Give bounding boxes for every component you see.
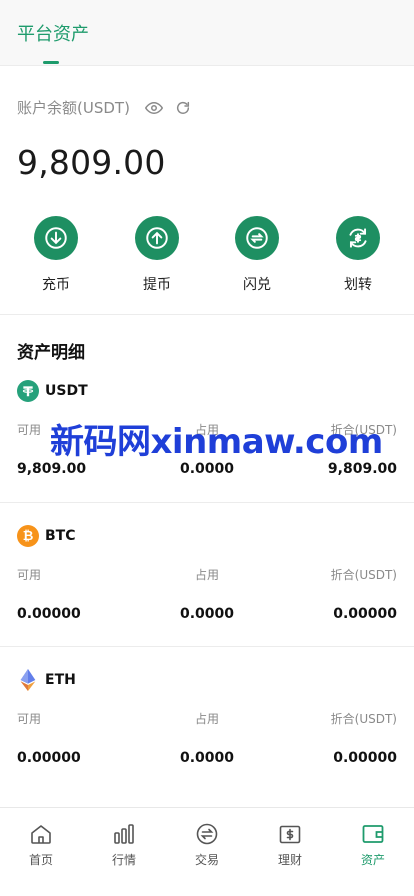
finance-icon — [279, 825, 301, 844]
assets-title: 资产明细 — [17, 343, 85, 363]
trade-icon — [196, 823, 218, 845]
asset-divider — [0, 646, 414, 647]
balance-label: 账户余额(USDT) — [17, 99, 130, 117]
tabbar-label: 资产 — [360, 853, 385, 867]
section-divider — [0, 314, 414, 315]
tabbar-item-market[interactable]: 行情 — [83, 822, 165, 868]
bottom-tabbar: 首页 行情 交易 理财 资产 — [0, 807, 414, 896]
deposit-button[interactable]: 充币 — [16, 216, 96, 294]
asset-name-row: USDT — [17, 379, 88, 403]
asset-name-row: ₿ BTC — [17, 524, 76, 548]
asset-name: BTC — [45, 528, 76, 544]
tabbar-item-home[interactable]: 首页 — [0, 822, 82, 868]
balance-label-row: 账户余额(USDT) — [17, 97, 191, 118]
home-icon — [31, 825, 51, 844]
converted-value: 0.00000 — [333, 750, 397, 766]
withdraw-icon — [135, 216, 179, 260]
withdraw-button[interactable]: 提币 — [117, 216, 197, 294]
tabbar-item-assets[interactable]: 资产 — [332, 822, 414, 868]
wallet-icon — [362, 825, 384, 843]
swap-icon — [235, 216, 279, 260]
tabbar-label: 行情 — [111, 853, 136, 867]
swap-label: 闪兑 — [243, 277, 271, 293]
tab-platform-assets[interactable]: 平台资产 — [17, 20, 89, 46]
balance-value: 9,809.00 — [17, 143, 166, 182]
converted-label: 折合(USDT) — [330, 712, 397, 726]
tabbar-label: 理财 — [277, 853, 302, 867]
refresh-icon[interactable] — [175, 100, 191, 116]
deposit-icon — [34, 216, 78, 260]
converted-label: 折合(USDT) — [330, 568, 397, 582]
eth-icon — [17, 669, 39, 691]
top-header: 平台资产 — [0, 0, 414, 66]
deposit-label: 充币 — [42, 277, 70, 293]
tabbar-item-finance[interactable]: 理财 — [249, 822, 331, 868]
transfer-icon — [336, 216, 380, 260]
converted-label: 折合(USDT) — [330, 423, 397, 437]
asset-name: USDT — [45, 383, 88, 399]
withdraw-label: 提币 — [143, 277, 171, 293]
eye-icon[interactable] — [144, 99, 163, 117]
transfer-button[interactable]: 划转 — [318, 216, 398, 294]
converted-value: 9,809.00 — [327, 461, 397, 477]
tabbar-label: 交易 — [194, 853, 219, 867]
asset-name-row: ETH — [17, 668, 76, 692]
asset-name: ETH — [45, 672, 76, 688]
transfer-label: 划转 — [344, 277, 372, 293]
tabbar-label: 首页 — [28, 853, 53, 867]
usdt-icon — [17, 380, 39, 402]
swap-button[interactable]: 闪兑 — [217, 216, 297, 294]
asset-divider — [0, 502, 414, 503]
btc-icon: ₿ — [17, 525, 39, 547]
converted-value: 0.00000 — [333, 606, 397, 622]
tab-indicator — [43, 61, 59, 64]
asset-item-eth[interactable]: ETH 可用 占用 折合(USDT) 0.00000 0.0000 0.0000… — [0, 668, 414, 812]
action-row: 充币 提币 闪兑 划转 — [0, 216, 414, 296]
market-icon — [114, 824, 134, 844]
tabbar-item-trade[interactable]: 交易 — [166, 822, 248, 868]
